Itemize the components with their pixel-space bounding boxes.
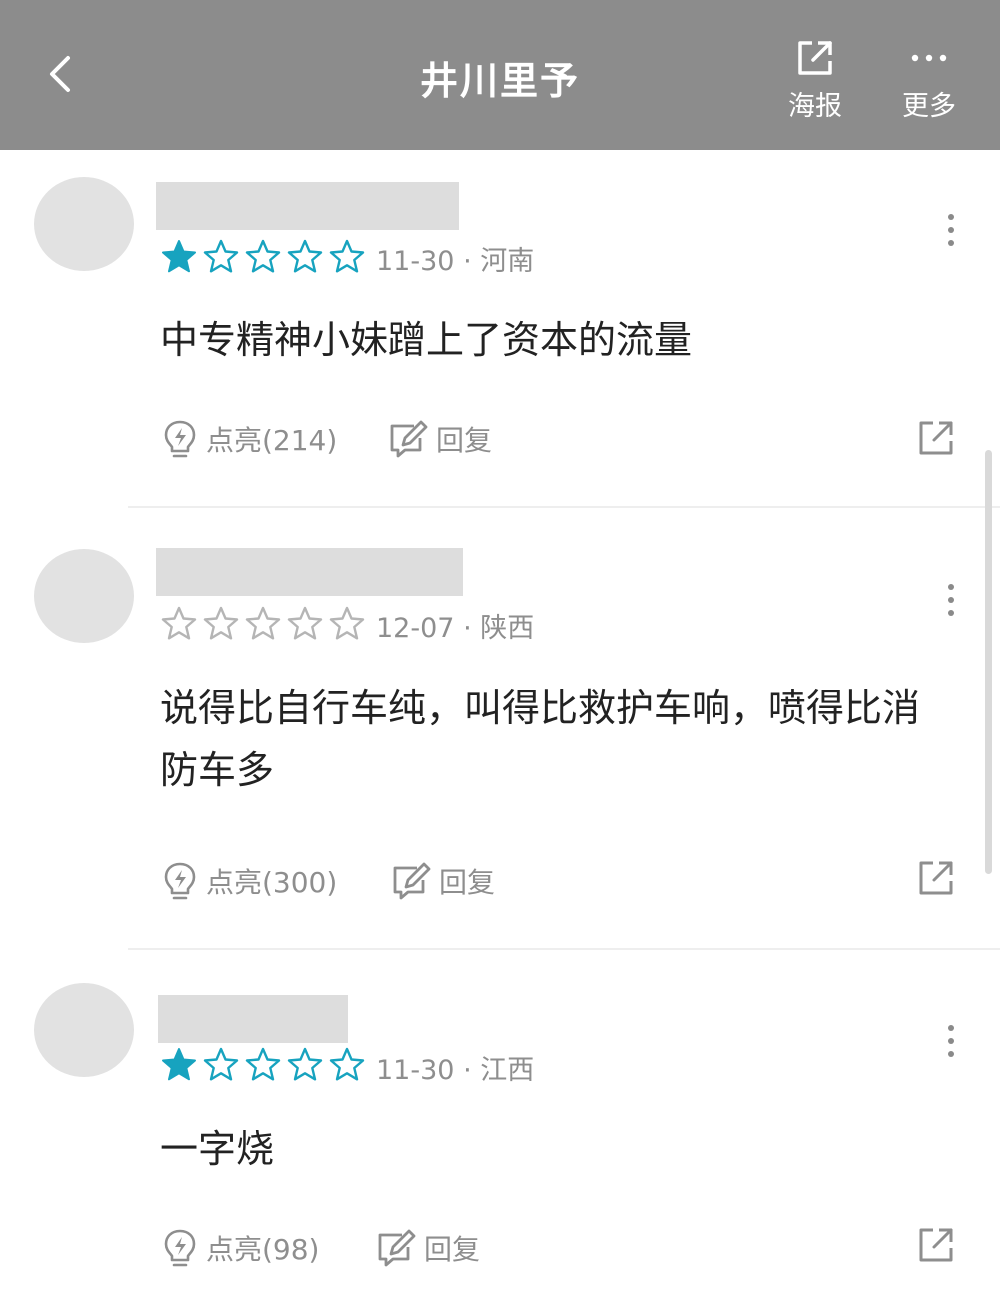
like-label: 点亮(98)	[206, 1233, 320, 1266]
comment-date: 11-30	[376, 1055, 455, 1086]
comment-date: 12-07	[376, 613, 455, 644]
reply-label: 回复	[436, 424, 493, 457]
star-empty-icon	[245, 1047, 281, 1081]
share-button[interactable]	[916, 858, 956, 898]
star-empty-icon	[287, 1047, 323, 1081]
star-rating	[160, 238, 366, 276]
star-empty-icon	[245, 606, 281, 640]
more-label: 更多	[902, 91, 956, 122]
like-button[interactable]: 点亮(98)	[162, 1228, 319, 1268]
avatar[interactable]	[34, 177, 134, 271]
like-button[interactable]: 点亮(300)	[162, 861, 337, 901]
like-label: 点亮(214)	[206, 424, 338, 457]
edit-icon	[390, 420, 428, 458]
avatar[interactable]	[34, 549, 134, 643]
comment-location: 河南	[480, 246, 535, 277]
comment-meta: 12-07 · 陕西	[376, 613, 535, 644]
divider	[128, 506, 1000, 508]
more-button[interactable]: 更多	[884, 36, 974, 123]
like-label: 点亮(300)	[206, 866, 338, 899]
top-bar: 井川里予 海报 更多	[0, 0, 1000, 150]
divider	[128, 948, 1000, 950]
comment-location: 江西	[480, 1055, 535, 1086]
star-empty-icon	[329, 1047, 365, 1081]
comment-text: 一字烧	[160, 1127, 275, 1171]
bulb-icon	[164, 862, 196, 900]
comment-text: 说得比自行车纯，叫得比救护车响，喷得比消防车多	[160, 686, 921, 792]
bulb-icon	[164, 420, 196, 458]
share-out-icon	[919, 421, 953, 455]
username-redacted	[156, 182, 459, 230]
comment-menu-button[interactable]	[936, 210, 966, 250]
star-empty-icon	[203, 1047, 239, 1081]
comment-menu-button[interactable]	[936, 580, 966, 620]
scrollbar[interactable]	[985, 450, 992, 874]
poster-button[interactable]: 海报	[770, 36, 860, 123]
reply-button[interactable]: 回复	[376, 1228, 480, 1268]
star-empty-icon	[203, 606, 239, 640]
star-rating	[160, 1046, 366, 1084]
reply-button[interactable]: 回复	[388, 419, 492, 459]
reply-label: 回复	[424, 1233, 481, 1266]
comment-meta: 11-30 · 河南	[376, 246, 535, 277]
edit-icon	[393, 862, 431, 900]
star-empty-icon	[329, 239, 365, 273]
share-out-icon	[919, 861, 953, 895]
star-filled-icon	[162, 1048, 196, 1081]
share-button[interactable]	[916, 1225, 956, 1265]
share-button[interactable]	[916, 418, 956, 458]
comment-text: 中专精神小妹蹭上了资本的流量	[160, 318, 693, 362]
comment-meta: 11-30 · 江西	[376, 1055, 535, 1086]
star-empty-icon	[287, 239, 323, 273]
star-rating	[160, 605, 366, 643]
username-redacted	[156, 548, 463, 596]
avatar[interactable]	[34, 983, 134, 1077]
like-button[interactable]: 点亮(214)	[162, 419, 337, 459]
edit-icon	[378, 1229, 416, 1267]
share-out-icon	[798, 41, 832, 75]
comment-menu-button[interactable]	[936, 1021, 966, 1061]
comment-location: 陕西	[480, 613, 535, 644]
star-empty-icon	[203, 239, 239, 273]
more-horizontal-icon	[911, 54, 947, 62]
poster-label: 海报	[788, 91, 842, 122]
reply-label: 回复	[439, 866, 496, 899]
star-empty-icon	[329, 606, 365, 640]
star-filled-icon	[162, 240, 196, 273]
star-empty-icon	[245, 239, 281, 273]
share-out-icon	[919, 1228, 953, 1262]
comment-date: 11-30	[376, 246, 455, 277]
star-empty-icon	[161, 606, 197, 640]
star-empty-icon	[287, 606, 323, 640]
username-redacted	[158, 995, 348, 1043]
bulb-icon	[164, 1229, 196, 1267]
reply-button[interactable]: 回复	[391, 861, 495, 901]
